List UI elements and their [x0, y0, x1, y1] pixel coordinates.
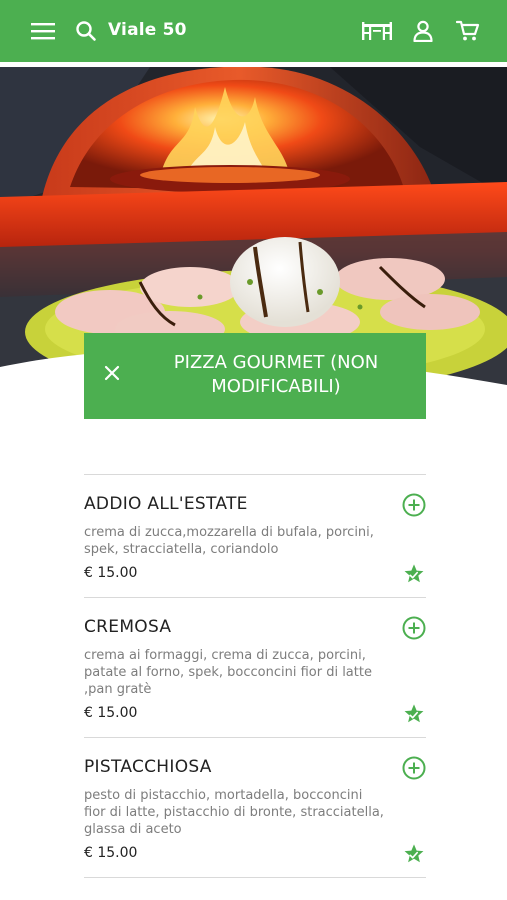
item-price: € 15.00 — [84, 705, 138, 721]
favorite-star-icon[interactable] — [403, 563, 425, 585]
list-divider — [84, 877, 426, 878]
menu-item: PISTACCHIOSA pesto di pistacchio, mortad… — [84, 737, 426, 877]
user-icon[interactable] — [409, 17, 437, 45]
location-label[interactable]: Viale 50 — [108, 20, 187, 40]
item-name: ADDIO ALL'ESTATE — [84, 494, 248, 514]
category-title: PIZZA GOURMET (NON MODIFICABILI) — [173, 352, 379, 397]
table-icon[interactable] — [360, 17, 394, 45]
close-icon[interactable] — [102, 363, 122, 383]
add-icon[interactable] — [402, 756, 426, 780]
menu-list: ADDIO ALL'ESTATE crema di zucca,mozzarel… — [84, 474, 426, 878]
category-banner: PIZZA GOURMET (NON MODIFICABILI) — [84, 333, 426, 419]
favorite-star-icon[interactable] — [403, 703, 425, 725]
top-bar: Viale 50 — [0, 0, 507, 62]
add-icon[interactable] — [402, 616, 426, 640]
menu-item: ADDIO ALL'ESTATE crema di zucca,mozzarel… — [84, 474, 426, 597]
item-name: CREMOSA — [84, 617, 172, 637]
menu-item: CREMOSA crema ai formaggi, crema di zucc… — [84, 597, 426, 737]
search-icon[interactable] — [72, 17, 100, 45]
menu-icon[interactable] — [29, 17, 57, 45]
cart-icon[interactable] — [454, 17, 482, 45]
item-description: crema ai formaggi, crema di zucca, porci… — [84, 648, 372, 697]
item-price: € 15.00 — [84, 565, 138, 581]
add-icon[interactable] — [402, 493, 426, 517]
item-price: € 15.00 — [84, 845, 138, 861]
favorite-star-icon[interactable] — [403, 843, 425, 865]
item-name: PISTACCHIOSA — [84, 757, 212, 777]
item-description: crema di zucca,mozzarella di bufala, por… — [84, 525, 374, 557]
item-description: pesto di pistacchio, mortadella, bocconc… — [84, 788, 384, 837]
